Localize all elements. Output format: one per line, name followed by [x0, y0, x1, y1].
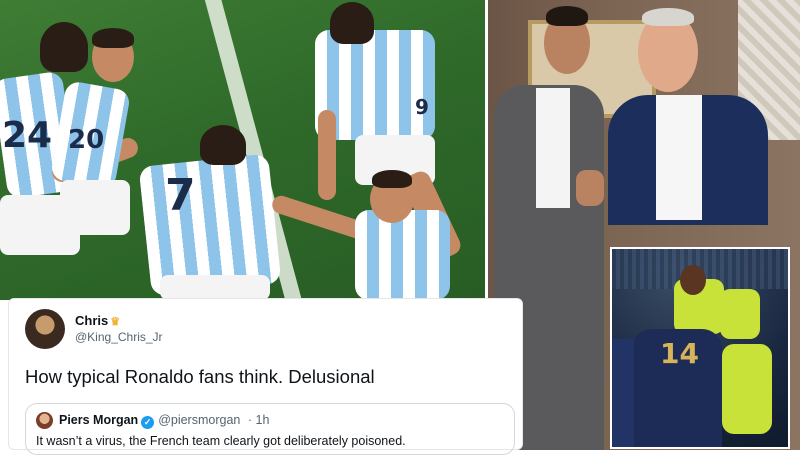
- player-jersey: [355, 210, 450, 300]
- player-head: [40, 22, 88, 72]
- player-bib: [722, 344, 772, 434]
- author-name-row[interactable]: Chris ♛: [75, 313, 120, 328]
- jersey-number: 7: [165, 170, 196, 221]
- quoted-author-avatar[interactable]: [36, 412, 53, 429]
- verified-badge-icon: ✓: [141, 416, 155, 429]
- author-avatar[interactable]: [25, 309, 65, 349]
- jersey-number: 9: [415, 95, 429, 119]
- author-handle[interactable]: @King_Chris_Jr: [75, 330, 163, 344]
- argentina-celebration-photo: 24 20 7 9: [0, 0, 485, 300]
- quoted-author-row[interactable]: Piers Morgan ✓ @piersmorgan · 1h: [59, 413, 269, 429]
- france-jersey: [612, 339, 634, 447]
- quoted-tweet[interactable]: Piers Morgan ✓ @piersmorgan · 1h It wasn’t…: [25, 403, 515, 455]
- man-hair: [546, 6, 588, 26]
- player-bib: [720, 289, 760, 339]
- separator-dot: ·: [247, 413, 253, 427]
- white-shirt: [536, 88, 570, 208]
- player-head: [680, 265, 706, 295]
- author-name[interactable]: Chris: [75, 313, 108, 328]
- quoted-author-handle[interactable]: @piersmorgan: [158, 413, 240, 427]
- jersey-number: 20: [68, 125, 105, 155]
- france-celebration-photo: 14: [610, 247, 790, 449]
- player-shorts: [160, 275, 270, 300]
- tweet-text: How typical Ronaldo fans think. Delusion…: [25, 366, 375, 387]
- tweet-time[interactable]: 1h: [256, 413, 270, 427]
- quoted-author-name[interactable]: Piers Morgan: [59, 413, 138, 427]
- player-head: [330, 2, 374, 44]
- jersey-number: 24: [2, 115, 53, 156]
- open-shirt: [656, 95, 702, 220]
- player-shorts: [60, 180, 130, 235]
- tweet-card[interactable]: Chris ♛ @King_Chris_Jr How typical Ronald…: [8, 298, 523, 455]
- man-hair: [642, 8, 694, 26]
- jersey-number: 14: [660, 337, 699, 370]
- player-arm: [318, 110, 336, 200]
- player-head: [200, 125, 246, 165]
- crown-icon: ♛: [110, 316, 121, 328]
- thumbs-up-hand: [576, 170, 604, 206]
- quoted-tweet-text: It wasn’t a virus, the French team clear…: [36, 434, 406, 448]
- player-hair: [372, 170, 412, 188]
- player-hair: [92, 28, 134, 48]
